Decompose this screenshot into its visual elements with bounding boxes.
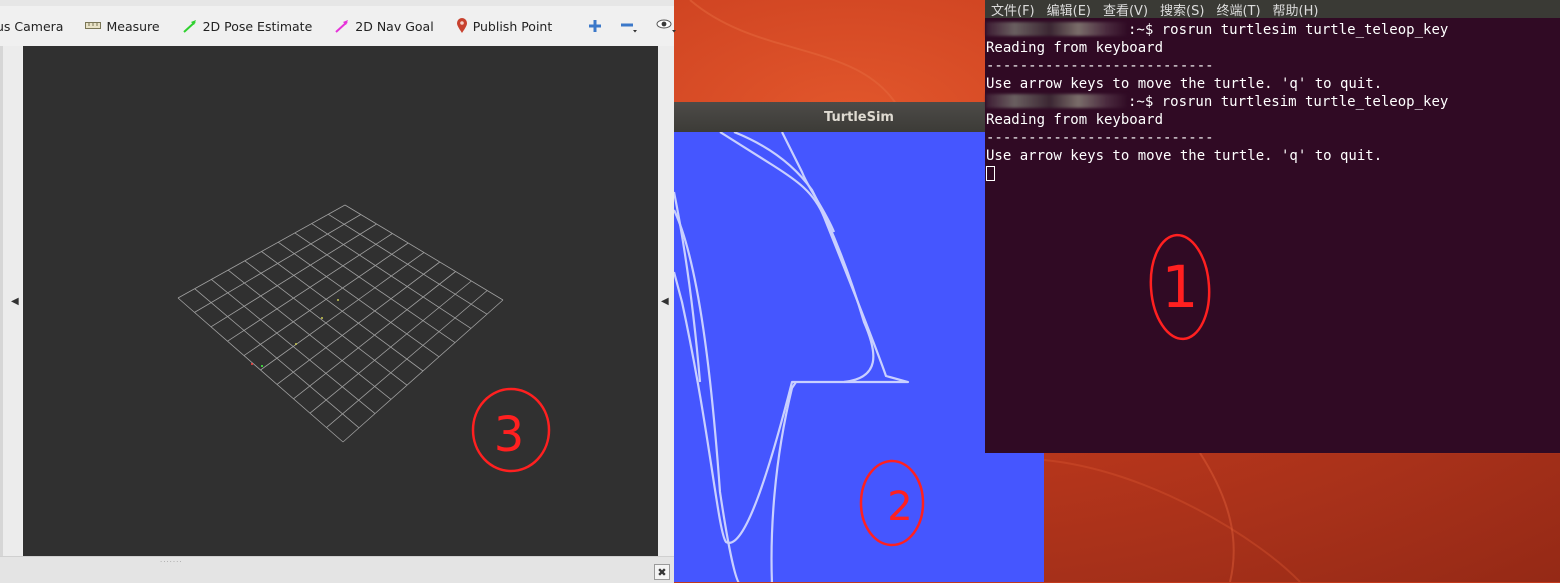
- terminal-window[interactable]: 文件(F) 编辑(E) 查看(V) 搜索(S) 终端(T) 帮助(H) :~$ …: [985, 0, 1560, 453]
- output-line: ---------------------------: [986, 130, 1214, 146]
- rviz-window: us Camera Measure 2D Pose Estimate 2D Na…: [0, 0, 677, 583]
- marker-dot: [337, 299, 339, 301]
- command-text: rosrun turtlesim turtle_teleop_key: [1161, 22, 1449, 38]
- remove-tool-button[interactable]: [620, 18, 638, 34]
- grid-line: [227, 269, 392, 400]
- marker-dot: [295, 343, 297, 345]
- redacted-user-host: [986, 94, 1128, 108]
- menu-search[interactable]: 搜索(S): [1160, 0, 1204, 19]
- eye-icon: [656, 19, 677, 33]
- menu-terminal[interactable]: 终端(T): [1216, 0, 1260, 19]
- menu-view[interactable]: 查看(V): [1103, 0, 1148, 19]
- grid-line: [276, 261, 441, 385]
- output-line: ---------------------------: [986, 58, 1214, 74]
- pose-estimate-label: 2D Pose Estimate: [202, 18, 313, 34]
- grid-line: [194, 288, 360, 429]
- rviz-toolbar: us Camera Measure 2D Pose Estimate 2D Na…: [0, 6, 677, 46]
- view-options-button[interactable]: [656, 18, 678, 34]
- grid-line: [211, 279, 376, 414]
- rviz-status-bar: [0, 556, 674, 583]
- pose-estimate-tool[interactable]: 2D Pose Estimate: [182, 18, 313, 34]
- output-line: Reading from keyboard: [986, 40, 1164, 56]
- nav-goal-tool[interactable]: 2D Nav Goal: [334, 18, 434, 34]
- minus-icon: [621, 23, 638, 33]
- add-tool-button[interactable]: [588, 19, 602, 33]
- terminal-menubar: 文件(F) 编辑(E) 查看(V) 搜索(S) 终端(T) 帮助(H): [985, 0, 1560, 19]
- output-line: Reading from keyboard: [986, 112, 1164, 128]
- menu-help[interactable]: 帮助(H): [1273, 0, 1319, 19]
- magenta-arrow-icon: [335, 20, 349, 33]
- redacted-user-host: [986, 22, 1128, 36]
- marker-dot: [261, 365, 263, 367]
- output-line: Use arrow keys to move the turtle. 'q' t…: [986, 76, 1383, 92]
- measure-label: Measure: [106, 18, 160, 34]
- close-panel-button[interactable]: ✖: [654, 564, 670, 580]
- annotation-circle-2: 2: [859, 459, 925, 547]
- annotation-number-2: 2: [887, 484, 912, 530]
- menu-file[interactable]: 文件(F): [991, 0, 1035, 19]
- grid-line: [293, 271, 456, 400]
- prompt-suffix: :~$: [1128, 22, 1162, 38]
- ground-grid: [177, 204, 504, 443]
- annotation-circle-3: 3: [471, 387, 551, 473]
- collapse-right-panel-icon[interactable]: ◀: [661, 296, 669, 307]
- rviz-3d-render-view[interactable]: [23, 46, 658, 556]
- turtlesim-title: TurtleSim: [824, 109, 894, 125]
- green-arrow-icon: [182, 20, 196, 33]
- command-text: rosrun turtlesim turtle_teleop_key: [1161, 94, 1449, 110]
- plus-icon: [589, 20, 602, 32]
- focus-camera-tool[interactable]: us Camera: [0, 19, 63, 34]
- terminal-output: :~$ rosrun turtlesim turtle_teleop_key R…: [986, 21, 1448, 183]
- splitter-grip[interactable]: .......: [160, 556, 183, 564]
- annotation-circle-1: 1: [1149, 233, 1211, 341]
- text-cursor: [986, 166, 995, 181]
- focus-camera-label: us Camera: [0, 18, 64, 34]
- output-line: Use arrow keys to move the turtle. 'q' t…: [986, 148, 1383, 164]
- grid-line: [261, 251, 424, 372]
- marker-dot: [251, 363, 253, 365]
- annotation-number-3: 3: [494, 407, 525, 463]
- nav-goal-label: 2D Nav Goal: [355, 18, 434, 34]
- publish-point-tool[interactable]: Publish Point: [456, 18, 553, 34]
- menu-edit[interactable]: 编辑(E): [1047, 0, 1091, 19]
- map-pin-icon: [456, 18, 467, 33]
- grid-line: [244, 260, 408, 386]
- grid-line: [326, 290, 488, 428]
- grid-line: [309, 280, 472, 414]
- publish-point-label: Publish Point: [472, 18, 553, 34]
- marker-dot: [321, 317, 323, 319]
- annotation-number-1: 1: [1162, 253, 1199, 321]
- ruler-icon: [85, 22, 102, 29]
- prompt-suffix: :~$: [1128, 94, 1162, 110]
- collapse-left-panel-icon[interactable]: ◀: [11, 296, 19, 307]
- measure-tool[interactable]: Measure: [85, 18, 160, 34]
